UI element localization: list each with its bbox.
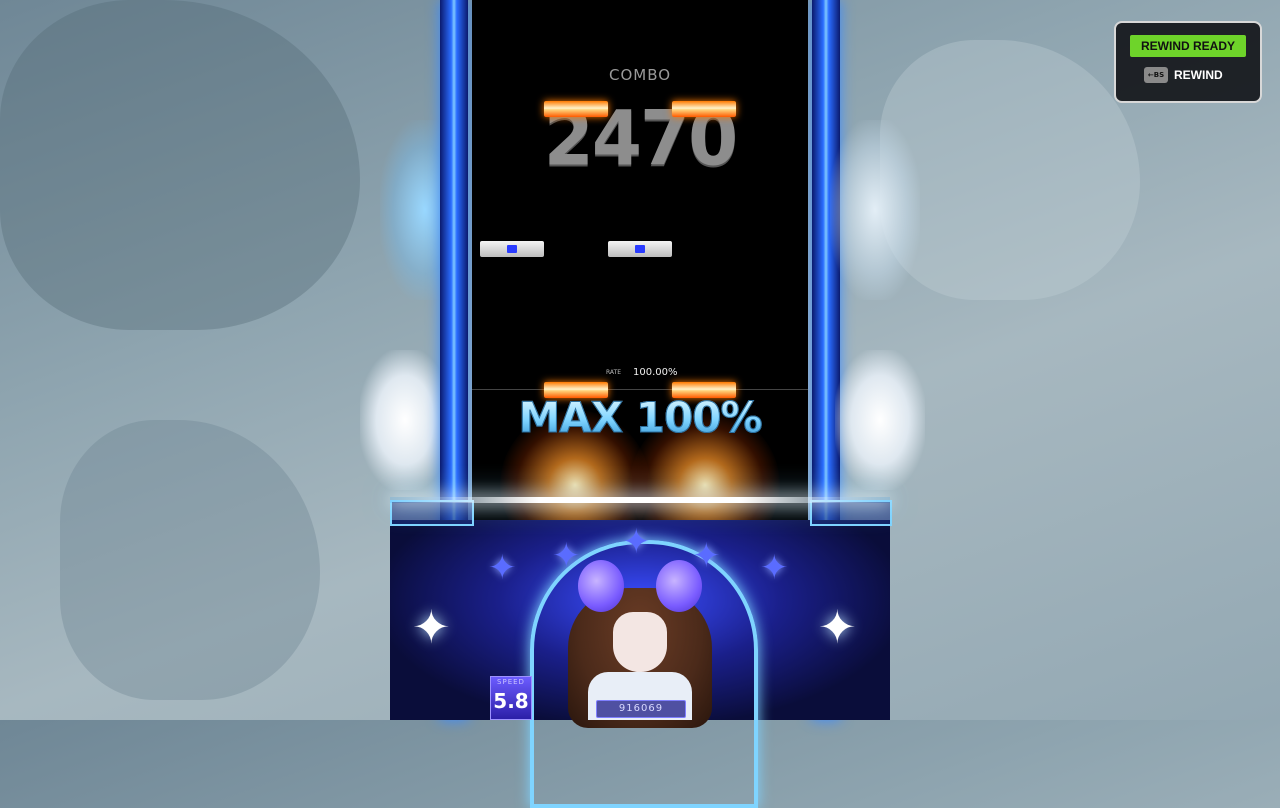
wing-right [835, 350, 925, 490]
rate-label: RATE [606, 369, 622, 376]
backspace-key-icon: ←BS [1144, 67, 1168, 83]
rewind-ready-badge: REWIND READY [1130, 35, 1246, 57]
character-horn-left [578, 560, 624, 612]
star-icon: ✦ [622, 522, 651, 562]
character-face [613, 612, 667, 672]
sparkle-icon: ✦ [412, 600, 451, 654]
score-display: 916069 [596, 700, 686, 718]
star-icon: ✦ [552, 536, 581, 576]
rewind-button[interactable]: REWIND [1174, 67, 1223, 83]
speed-label: SPEED [497, 678, 525, 686]
rate-value: 100.00% [633, 367, 678, 378]
speed-indicator: SPEED 5.8 [490, 676, 532, 720]
background-rock [60, 420, 320, 700]
combo-label: COMBO [608, 66, 672, 84]
note-chip-white [480, 241, 544, 257]
combo-counter: 2470 [543, 93, 738, 183]
character-horn-right [656, 560, 702, 612]
star-icon: ✦ [760, 548, 789, 588]
wing-left [360, 350, 450, 490]
judgement-line [472, 389, 808, 390]
star-icon: ✦ [488, 548, 517, 588]
frame-ledge-right [810, 500, 892, 526]
wing-right-upper [830, 120, 920, 300]
note-hold-orange [672, 101, 736, 117]
note-chip-white [608, 241, 672, 257]
rewind-panel: REWIND READY ←BS REWIND [1114, 21, 1262, 103]
frame-ledge-left [390, 500, 474, 526]
sparkle-icon: ✦ [818, 600, 857, 654]
speed-value: 5.8 [493, 689, 529, 713]
background-rock [0, 0, 360, 330]
note-hold-orange [544, 101, 608, 117]
crit-line [390, 497, 890, 503]
judgement-text: MAX 100% [472, 393, 808, 443]
